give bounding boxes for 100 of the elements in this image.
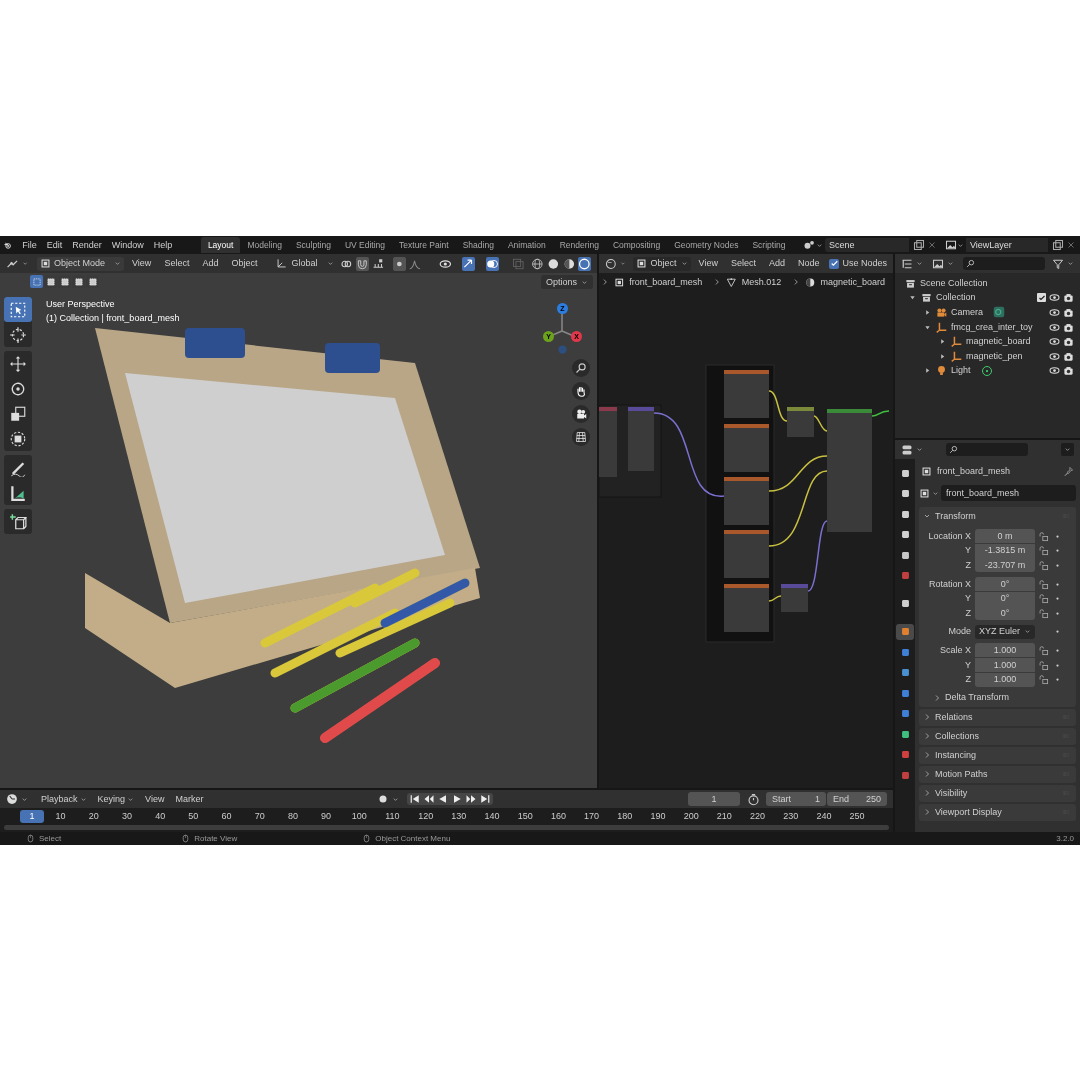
image-icon[interactable] (932, 257, 944, 270)
node-frame[interactable] (599, 404, 662, 498)
name-field[interactable]: front_board_mesh (941, 485, 1076, 501)
menu-item[interactable]: Select (159, 259, 195, 268)
workspace-tab[interactable]: Sculpting (289, 237, 338, 253)
eye-icon[interactable] (1049, 321, 1060, 333)
frame-number[interactable]: 20 (77, 810, 111, 823)
close-icon[interactable] (1066, 240, 1076, 250)
frame-number[interactable]: 110 (375, 810, 410, 823)
nav-button[interactable] (572, 359, 590, 377)
workspace-tab[interactable]: Shading (456, 237, 501, 253)
chevron-icon[interactable] (21, 795, 28, 803)
collapsed-triangle-icon[interactable] (939, 352, 946, 360)
shader-node[interactable] (787, 407, 814, 437)
frame-number[interactable]: 120 (409, 810, 443, 823)
shader-node[interactable] (599, 407, 617, 477)
chevron-icon[interactable] (816, 241, 823, 249)
lock-icon[interactable] (1038, 545, 1049, 557)
frame-number[interactable]: 30 (110, 810, 144, 823)
collapsed-triangle-icon[interactable] (939, 338, 946, 346)
frame-number[interactable]: 150 (508, 810, 542, 823)
scene-icon[interactable] (802, 239, 816, 251)
lock-icon[interactable] (1038, 560, 1049, 571)
mode-dropdown[interactable]: Object Mode (37, 256, 124, 271)
panel-header[interactable]: Visibility (919, 784, 1076, 802)
chevron-icon[interactable] (1067, 260, 1074, 267)
workspace-tab[interactable]: Compositing (606, 237, 667, 253)
chevron-icon[interactable] (916, 446, 923, 453)
shader-node[interactable] (781, 584, 808, 612)
search-field[interactable] (963, 257, 1045, 270)
select-mode-button[interactable] (58, 275, 71, 288)
select-mode-button[interactable] (86, 275, 99, 288)
chevron-icon[interactable] (916, 260, 923, 267)
menu-item[interactable]: Select (725, 259, 761, 268)
frame-number[interactable]: 240 (807, 810, 841, 823)
shader-node[interactable] (724, 530, 769, 578)
outliner-item[interactable]: Light (951, 366, 971, 376)
outliner-item[interactable]: magnetic_board (966, 337, 1031, 347)
shader-node[interactable] (724, 424, 769, 472)
snap-increment-icon[interactable] (371, 256, 385, 271)
menu-item[interactable]: Help (148, 240, 178, 250)
view-layer-field[interactable]: ViewLayer (966, 238, 1048, 252)
shader-node[interactable] (827, 409, 872, 532)
frame-number[interactable]: 200 (674, 810, 708, 823)
breadcrumb[interactable]: Mesh.012 (741, 277, 782, 287)
camera-icon[interactable] (1063, 307, 1074, 318)
outliner-item[interactable]: Camera (951, 308, 983, 317)
subpanel-header[interactable]: Delta Transform (919, 686, 1076, 703)
select-mode-button[interactable] (44, 275, 57, 288)
number-field[interactable]: 0° (975, 577, 1035, 592)
play-reverse-icon[interactable] (437, 793, 449, 805)
camera-icon[interactable] (1063, 365, 1074, 377)
eye-icon[interactable] (1049, 350, 1060, 362)
lock-icon[interactable] (1038, 674, 1049, 686)
camera-icon[interactable] (1063, 321, 1074, 333)
chevron-icon[interactable] (947, 260, 954, 267)
workspace-tab[interactable]: Layout (201, 237, 240, 253)
expanded-triangle-icon[interactable] (924, 323, 931, 331)
workspace-tab[interactable]: Rendering (553, 237, 606, 253)
object-dropdown[interactable]: Object (632, 256, 691, 271)
play-icon[interactable] (451, 793, 463, 805)
number-field[interactable]: 1.000 (975, 643, 1035, 658)
menu-item[interactable]: Render (67, 240, 107, 250)
search-field[interactable] (946, 443, 1028, 456)
shader-node[interactable] (628, 407, 654, 471)
end-frame-field[interactable]: End 250 (827, 792, 887, 806)
number-field[interactable]: 0 m (975, 529, 1035, 544)
panel-header[interactable]: Viewport Display (919, 803, 1076, 821)
workspace-tab[interactable]: Modeling (240, 237, 289, 253)
camera-icon[interactable] (1063, 292, 1074, 304)
copy-icon[interactable] (1052, 239, 1064, 251)
outliner-item[interactable]: Collection (936, 293, 976, 303)
mode-dropdown[interactable]: XYZ Euler (975, 624, 1035, 639)
magnet-icon[interactable] (356, 256, 369, 271)
orientation-dropdown[interactable]: Global (273, 256, 338, 271)
next-key-icon[interactable] (465, 793, 477, 805)
frame-number[interactable]: 210 (707, 810, 741, 823)
lock-icon[interactable] (1038, 607, 1049, 619)
panel-header[interactable]: Collections (919, 727, 1076, 745)
breadcrumb[interactable]: magnetic_board (820, 277, 885, 287)
chevron-icon[interactable] (932, 489, 939, 497)
chevron-icon[interactable] (957, 241, 964, 249)
copy-icon[interactable] (913, 239, 925, 251)
menu-item[interactable]: Edit (41, 240, 68, 250)
use-nodes-checkbox[interactable]: Use Nodes (829, 258, 887, 269)
menu-item[interactable]: Keying (93, 794, 139, 804)
number-field[interactable]: 0° (975, 606, 1035, 621)
object-square-icon[interactable] (919, 487, 930, 499)
camera-icon[interactable] (1063, 350, 1074, 362)
menu-item[interactable]: Object (226, 259, 263, 268)
frame-number[interactable]: 70 (243, 810, 277, 823)
frame-number[interactable]: 250 (840, 810, 874, 823)
eye-icon[interactable] (1049, 307, 1060, 318)
menu-item[interactable]: File (17, 240, 42, 250)
frame-number[interactable]: 160 (541, 810, 575, 823)
menu-item[interactable]: Node (792, 259, 825, 268)
frame-number[interactable]: 10 (44, 810, 78, 823)
lock-icon[interactable] (1038, 593, 1049, 605)
eye-icon[interactable] (1049, 336, 1060, 348)
toggle-stack-icon[interactable] (901, 443, 913, 456)
